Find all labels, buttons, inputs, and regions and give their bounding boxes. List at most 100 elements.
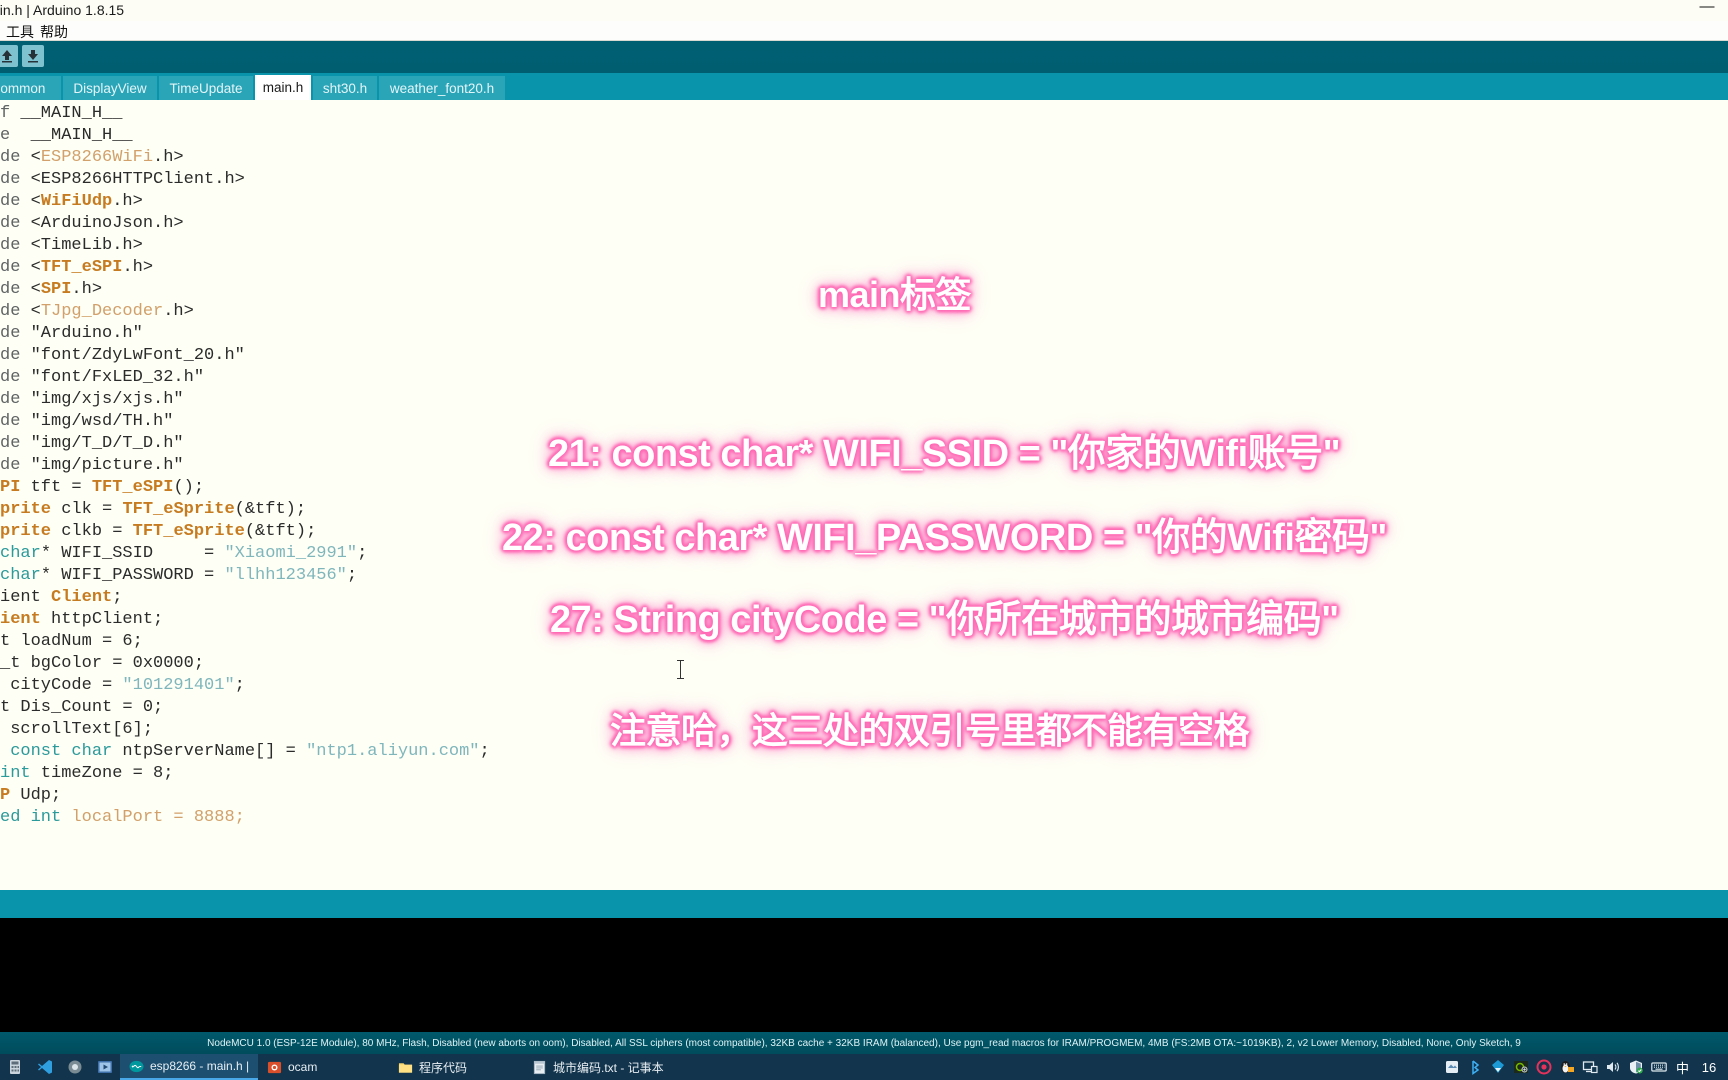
code-token: de (0, 214, 31, 233)
notepad-icon (532, 1060, 547, 1075)
code-token: const (0, 742, 72, 761)
bluetooth-icon[interactable] (1464, 1054, 1487, 1080)
ocam-icon (267, 1060, 282, 1075)
code-editor[interactable]: ed int localPort = 8888; P Udp; int timeZo… (0, 100, 1728, 890)
folder-icon (398, 1060, 413, 1075)
code-token: e (0, 126, 21, 145)
vscode-icon[interactable] (30, 1054, 60, 1080)
code-token: de (0, 170, 31, 189)
system-tray: 中 16 (1441, 1054, 1728, 1080)
code-token: < (30, 258, 41, 277)
app-icon[interactable] (60, 1054, 90, 1080)
code-token: ; (132, 632, 143, 651)
penguin-icon[interactable] (1556, 1054, 1579, 1080)
code-line: ed int localPort = 8888; (0, 806, 245, 830)
overlay-title: main标签 (818, 274, 972, 315)
clock[interactable]: 16 (1694, 1060, 1724, 1075)
code-line: de "img/picture.h" (0, 454, 184, 478)
code-token: f (0, 104, 21, 123)
code-token: "img/wsd/TH.h" (30, 412, 174, 431)
code-token: ed (0, 808, 31, 827)
taskbar-button-label: 程序代码 (419, 1060, 468, 1075)
code-line: e __MAIN_H__ (0, 124, 133, 148)
taskbar-button[interactable]: 城市编码.txt - 记事本 (523, 1054, 701, 1080)
down-arrow-icon (28, 50, 38, 63)
code-line: de <TFT_eSPI.h> (0, 256, 153, 280)
record-icon[interactable] (1533, 1054, 1556, 1080)
tab-displayview[interactable]: DisplayView (62, 76, 158, 100)
code-token: de (0, 346, 31, 365)
code-line: ient Client; (0, 586, 122, 610)
ime-indicator[interactable]: 中 (1671, 1058, 1694, 1077)
board-status-bar: NodeMCU 1.0 (ESP-12E Module), 80 MHz, Fl… (0, 1032, 1728, 1054)
taskbar-button[interactable]: 程序代码 (389, 1054, 523, 1080)
code-token: .h> (71, 280, 103, 299)
code-token: ntpServerName[] = (112, 742, 307, 761)
code-line: de <ESP8266WiFi.h> (0, 146, 184, 170)
menu-item-help[interactable]: 帮助 (40, 22, 68, 42)
code-line: prite clkb = TFT_eSprite(&tft); (0, 520, 316, 544)
board-status-text: NodeMCU 1.0 (ESP-12E Module), 80 MHz, Fl… (207, 1037, 1521, 1049)
taskbar-button-label: ocam (288, 1060, 318, 1074)
code-line: f __MAIN_H__ (0, 102, 122, 126)
console-toolbar (0, 890, 1728, 918)
tab-main-h[interactable]: main.h (254, 75, 312, 100)
code-token: * WIFI_PASSWORD = (40, 566, 225, 585)
keyboard-icon[interactable] (1648, 1054, 1671, 1080)
code-token: < (30, 302, 41, 321)
volume-icon[interactable] (1602, 1054, 1625, 1080)
quick-launch-area (0, 1054, 120, 1080)
code-token: ; (346, 566, 358, 585)
tab-timeupdate[interactable]: TimeUpdate (158, 76, 254, 100)
minimize-button[interactable]: — (1694, 0, 1720, 18)
overlay-line-22: 22: const char* WIFI_PASSWORD = "你的Wifi密… (502, 517, 1387, 559)
code-token: _t bgColor = 0x0000; (0, 654, 205, 673)
download-button[interactable] (22, 45, 44, 67)
code-token: ; (234, 676, 245, 695)
code-token: de (0, 368, 31, 387)
tab-sht30-h[interactable]: sht30.h (312, 76, 378, 100)
nvidia-icon[interactable] (1510, 1054, 1533, 1080)
display-icon[interactable] (1579, 1054, 1602, 1080)
tab-common[interactable]: Common (0, 76, 62, 100)
code-token: Client (51, 588, 113, 607)
code-token: char (0, 544, 41, 563)
code-line: de "img/xjs/xjs.h" (0, 388, 184, 412)
media-icon[interactable] (90, 1054, 120, 1080)
code-token: de (0, 280, 31, 299)
code-line: ient httpClient; (0, 608, 163, 632)
code-token: t loadNum = (0, 632, 123, 651)
code-line: prite clk = TFT_eSprite(&tft); (0, 498, 306, 522)
sync-icon[interactable] (1487, 1054, 1510, 1080)
code-token: de (0, 390, 31, 409)
code-token: int (30, 808, 62, 827)
taskbar-button[interactable]: esp8266 - main.h | ... (120, 1054, 258, 1080)
windows-taskbar: esp8266 - main.h | ... ocam 程序代码 城市编码.txt -… (0, 1054, 1728, 1080)
code-token: "Xiaomi_2991" (224, 544, 358, 563)
upload-button[interactable] (0, 45, 18, 67)
code-line: P Udp; (0, 784, 61, 808)
code-token: char (0, 566, 41, 585)
code-line: de <ArduinoJson.h> (0, 212, 184, 236)
code-token: "img/picture.h" (30, 456, 184, 475)
code-token: t Dis_Count = 0; (0, 698, 164, 717)
code-line: de <TJpg_Decoder.h> (0, 300, 194, 324)
code-token: "font/FxLED_32.h" (30, 368, 205, 387)
menu-item-tools[interactable]: 工具 (6, 22, 34, 42)
code-token: ient (0, 588, 52, 607)
code-token: "ntp1.aliyun.com" (306, 742, 480, 761)
taskbar-button[interactable]: ocam (258, 1054, 389, 1080)
code-token: TFT_eSPI (91, 478, 174, 497)
code-token: de (0, 456, 31, 475)
onedrive-icon[interactable] (1441, 1054, 1464, 1080)
code-token: ESP8266WiFi (40, 148, 154, 167)
code-token: tft = (20, 478, 92, 497)
calculator-icon[interactable] (0, 1054, 30, 1080)
tab-label: DisplayView (73, 80, 147, 96)
code-token: cityCode = (0, 676, 123, 695)
security-shield-icon[interactable] (1625, 1054, 1648, 1080)
code-line: t Dis_Count = 0; (0, 696, 163, 720)
code-token: TJpg_Decoder (40, 302, 164, 321)
code-token: TFT_eSPI (40, 258, 123, 277)
tab-weather-font20-h[interactable]: weather_font20.h (378, 76, 506, 100)
